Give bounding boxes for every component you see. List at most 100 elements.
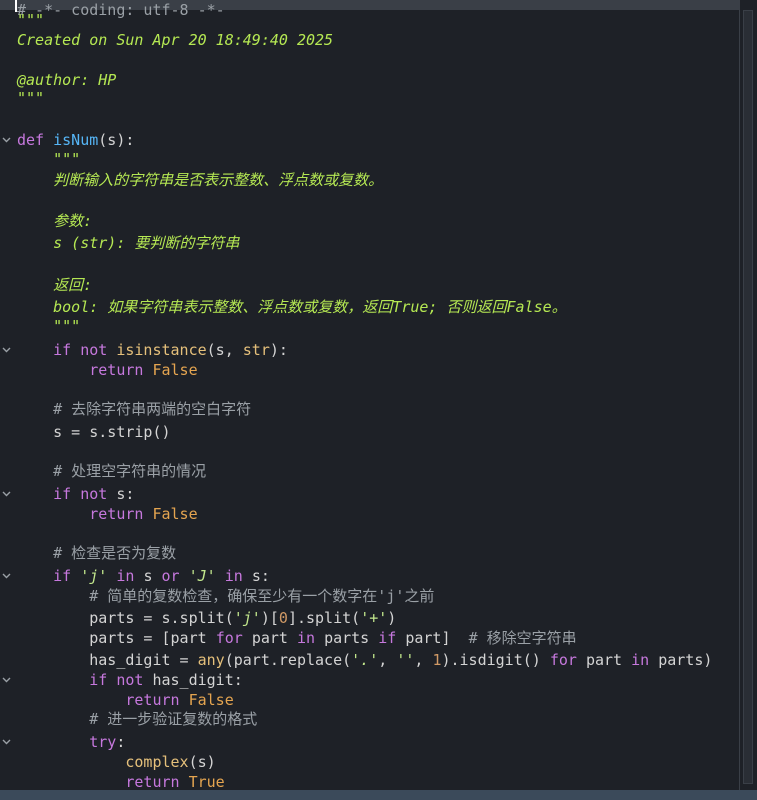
code-token: for <box>215 629 252 647</box>
code-token: if <box>53 567 81 585</box>
code-token: '' <box>396 651 415 669</box>
code-token: str <box>242 341 270 359</box>
code-line[interactable]: """ <box>17 316 80 336</box>
code-line[interactable]: try: <box>17 732 125 752</box>
code-token: 'J' <box>188 567 216 585</box>
code-line[interactable]: has_digit = any(part.replace('.', '', 1)… <box>17 650 712 670</box>
code-token: parts = s.split( <box>17 609 234 627</box>
code-line[interactable]: s (str): 要判断的字符串 <box>17 233 239 253</box>
code-line[interactable]: """ <box>17 149 80 169</box>
code-line[interactable]: # 处理空字符串的情况 <box>17 461 206 481</box>
chevron-down-icon[interactable] <box>1 566 11 586</box>
code-token: 返回: <box>17 276 93 294</box>
code-line[interactable]: s = s.strip() <box>17 422 171 442</box>
code-line[interactable]: 参数: <box>17 211 92 231</box>
code-token: @author: HP <box>17 71 117 89</box>
code-line[interactable]: return False <box>17 690 234 710</box>
code-token: """ <box>17 11 45 29</box>
code-token: # 去除字符串两端的空白字符 <box>17 400 252 418</box>
chevron-down-icon[interactable] <box>1 670 11 690</box>
code-line[interactable]: """ <box>17 88 44 108</box>
code-token: # -*- coding: utf-8 -*- <box>17 1 225 19</box>
code-token: s = s.strip() <box>17 423 171 441</box>
code-line[interactable]: 返回: <box>17 275 92 295</box>
code-token: return <box>125 691 189 709</box>
code-token: has_digit: <box>152 671 243 689</box>
code-token: , <box>414 651 433 669</box>
code-token: # 进一步验证复数的格式 <box>17 710 258 728</box>
code-line[interactable]: """ <box>17 10 44 30</box>
code-line[interactable]: @author: HP <box>17 70 116 90</box>
code-line[interactable]: 判断输入的字符串是否表示整数、浮点数或复数。 <box>17 170 383 190</box>
code-token: True <box>188 773 225 790</box>
code-line[interactable]: # 进一步验证复数的格式 <box>17 709 257 729</box>
code-line[interactable]: if not has_digit: <box>17 670 243 690</box>
scrollbar-thumb[interactable] <box>743 10 753 784</box>
code-token: (s) <box>188 753 216 771</box>
status-bar <box>0 790 757 800</box>
code-token: Created on Sun Apr 20 18:49:40 2025 <box>17 31 334 49</box>
code-token: s: <box>116 485 135 503</box>
code-token: (s): <box>98 131 135 149</box>
code-token: return <box>89 361 153 379</box>
code-token: part <box>585 651 632 669</box>
code-token: # 简单的复数检查，确保至少有一个数字在'j'之前 <box>17 587 435 605</box>
code-line[interactable]: # 检查是否为复数 <box>17 543 176 563</box>
code-token: s (str): 要判断的字符串 <box>17 234 240 252</box>
code-token: # 处理空字符串的情况 <box>17 462 207 480</box>
code-token: part] <box>405 629 469 647</box>
code-token: """ <box>17 150 81 168</box>
code-token: s <box>143 567 162 585</box>
code-token: , <box>378 651 397 669</box>
code-line[interactable]: # 简单的复数检查，确保至少有一个数字在'j'之前 <box>17 586 434 606</box>
code-token: or <box>161 567 189 585</box>
code-token: ): <box>269 341 288 359</box>
code-line[interactable]: bool: 如果字符串表示整数、浮点数或复数，返回True; 否则返回False… <box>17 297 567 317</box>
code-token: # 移除空字符串 <box>468 629 577 647</box>
code-token: return <box>89 505 153 523</box>
code-line[interactable]: if 'j' in s or 'J' in s: <box>17 566 270 586</box>
vertical-scrollbar[interactable] <box>739 0 757 790</box>
code-token: in <box>215 567 252 585</box>
code-token: False <box>188 691 234 709</box>
code-token: )[ <box>260 609 279 627</box>
code-token: : <box>116 733 126 751</box>
code-token: 参数: <box>17 212 93 230</box>
code-token: in <box>107 567 144 585</box>
code-line[interactable]: Created on Sun Apr 20 18:49:40 2025 <box>17 30 333 50</box>
code-line[interactable]: complex(s) <box>17 752 216 772</box>
code-token: return <box>125 773 189 790</box>
code-token: try <box>89 733 117 751</box>
code-line[interactable]: return True <box>17 772 225 790</box>
code-token: complex <box>125 753 189 771</box>
code-line[interactable]: if not isinstance(s, str): <box>17 340 288 360</box>
code-line[interactable]: if not s: <box>17 484 134 504</box>
code-token: """ <box>17 89 45 107</box>
code-token: parts) <box>658 651 713 669</box>
code-token: if not <box>53 485 117 503</box>
chevron-down-icon[interactable] <box>1 484 11 504</box>
chevron-down-icon[interactable] <box>1 340 11 360</box>
code-line[interactable]: # -*- coding: utf-8 -*- <box>17 0 225 20</box>
code-line[interactable]: return False <box>17 504 197 524</box>
code-line[interactable]: # 去除字符串两端的空白字符 <box>17 399 251 419</box>
code-token: (part.replace( <box>224 651 352 669</box>
code-token: def <box>17 131 54 149</box>
code-line[interactable]: def isNum(s): <box>17 130 134 150</box>
code-editor[interactable]: # -*- coding: utf-8 -*- """ Created on Sun… <box>0 0 740 790</box>
code-line[interactable]: parts = [part for part in parts if part]… <box>17 628 577 648</box>
code-token: ].split( <box>287 609 361 627</box>
chevron-down-icon[interactable] <box>1 130 11 150</box>
code-token: ).isdigit() <box>441 651 550 669</box>
chevron-down-icon[interactable] <box>1 732 11 752</box>
code-line[interactable]: parts = s.split('j')[0].split('+') <box>17 608 396 628</box>
code-token: parts = [part <box>17 629 216 647</box>
code-token: in <box>296 629 325 647</box>
code-line[interactable]: return False <box>17 360 197 380</box>
code-token: if not <box>53 341 117 359</box>
